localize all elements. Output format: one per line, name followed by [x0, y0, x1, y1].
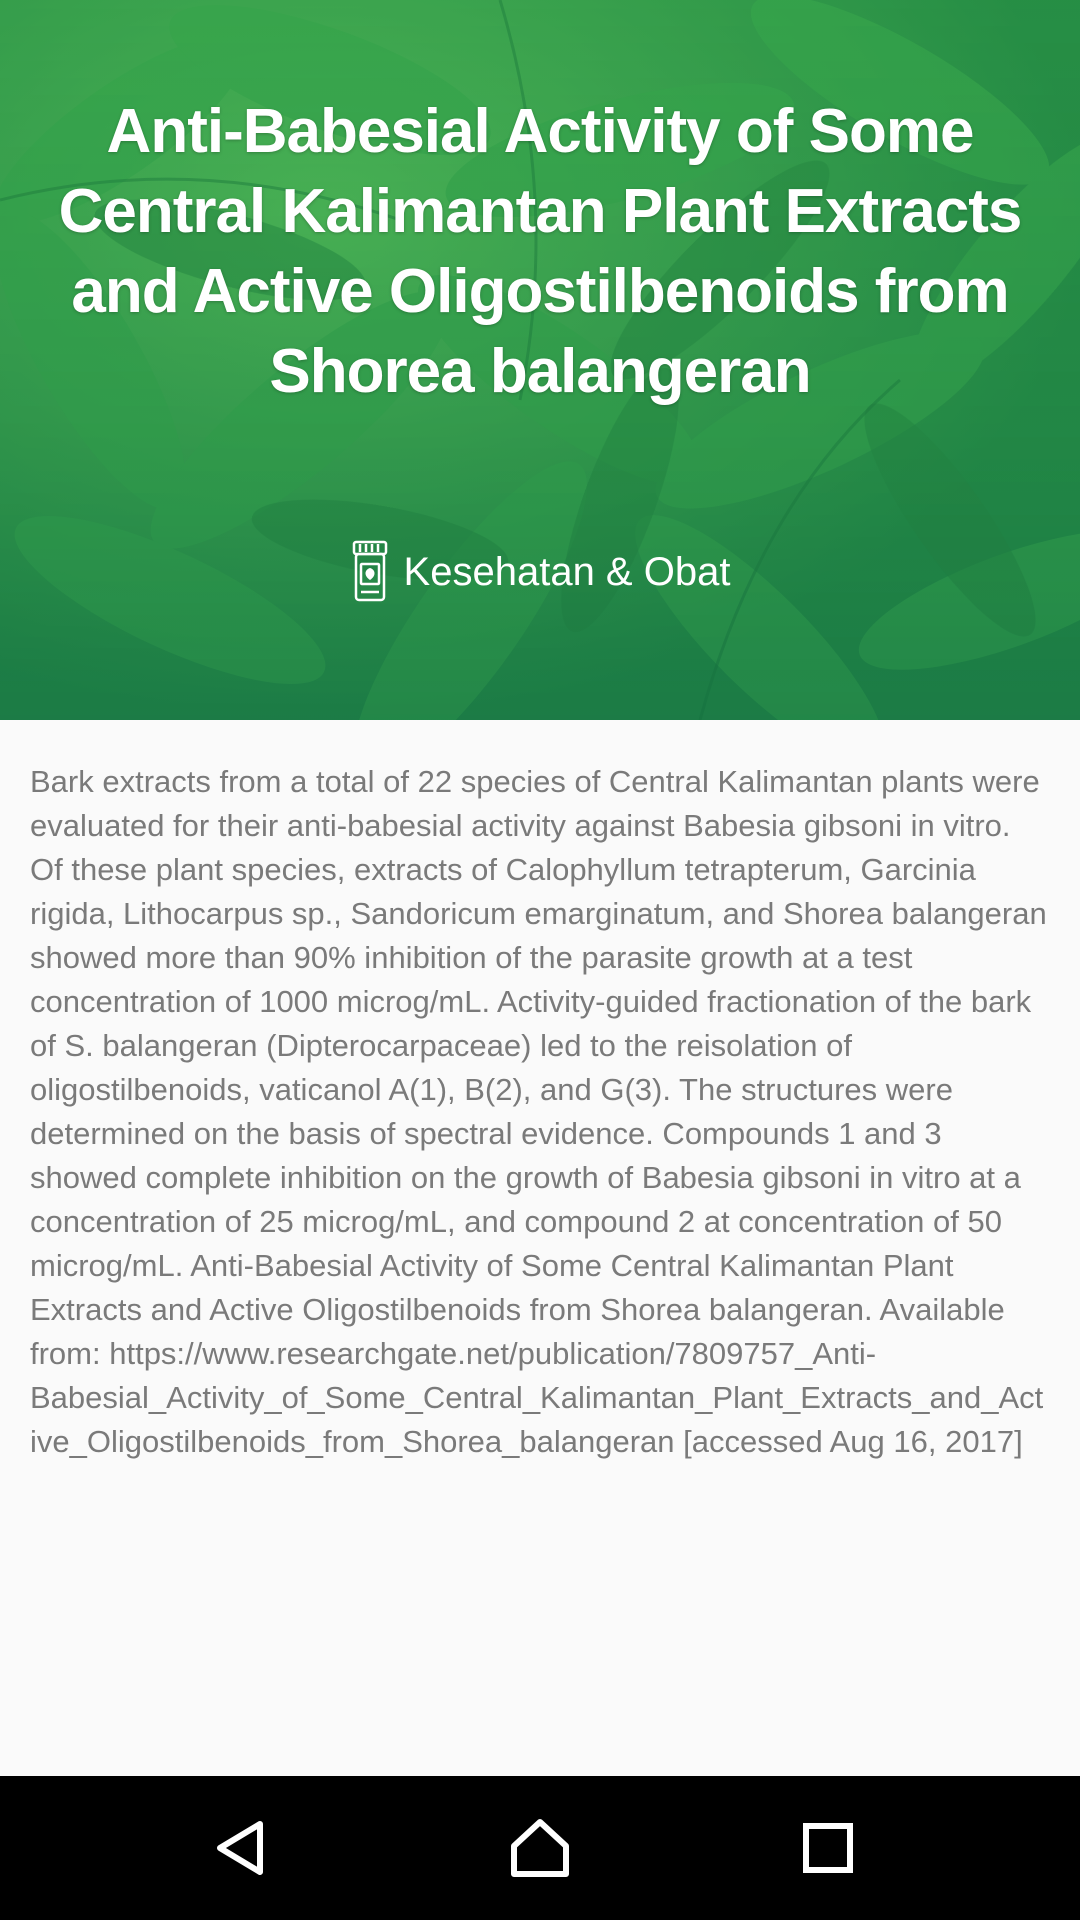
recents-button[interactable]	[788, 1808, 868, 1888]
category-row: Kesehatan & Obat	[0, 540, 1080, 604]
category-label: Kesehatan & Obat	[403, 550, 731, 594]
article-body: Bark extracts from a total of 22 species…	[30, 764, 1047, 1459]
recents-square-icon	[803, 1823, 853, 1873]
home-icon	[511, 1819, 569, 1877]
back-triangle-icon	[217, 1821, 263, 1875]
navigation-bar	[0, 1776, 1080, 1920]
screen: Anti-Babesial Activity of Some Central K…	[0, 0, 1080, 1920]
back-button[interactable]	[200, 1808, 280, 1888]
page-title: Anti-Babesial Activity of Some Central K…	[58, 97, 1023, 406]
home-button[interactable]	[500, 1808, 580, 1888]
medicine-jar-icon	[352, 540, 387, 602]
header-hero: Anti-Babesial Activity of Some Central K…	[0, 0, 1080, 720]
